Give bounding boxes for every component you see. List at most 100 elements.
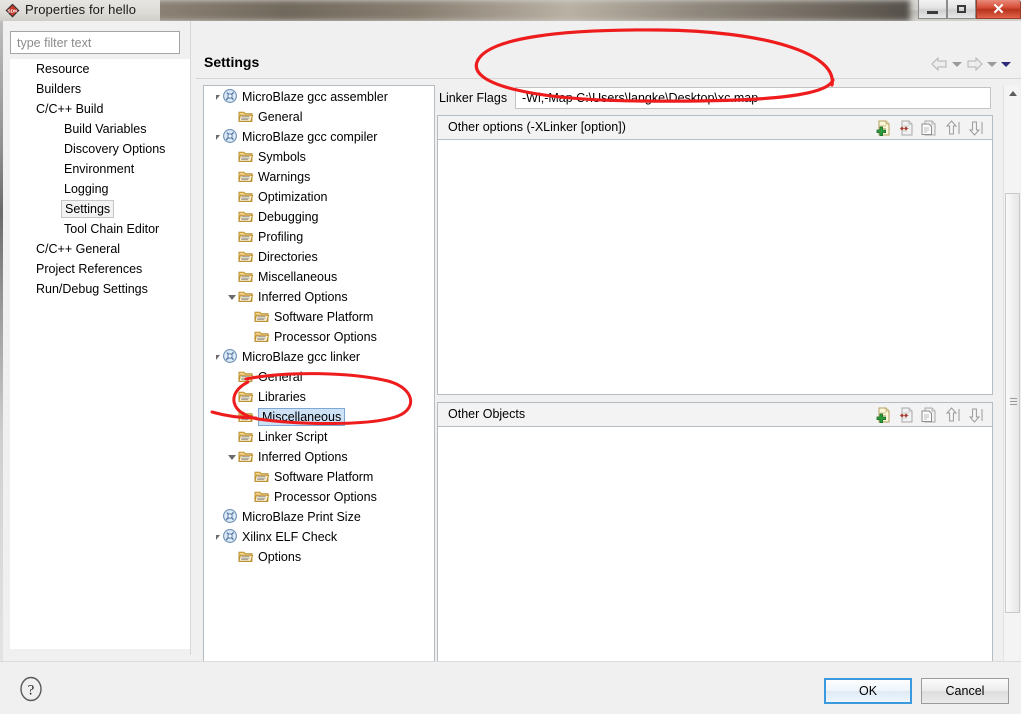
tree-item-inferred-options[interactable]: Inferred Options: [216, 287, 434, 307]
collapse-triangle-icon[interactable]: [228, 295, 236, 304]
tree-item-linker-script[interactable]: Linker Script: [216, 427, 434, 447]
tree-item-microblaze-gcc-compiler[interactable]: MicroBlaze gcc compiler: [216, 127, 434, 147]
tree-item-label: Options: [258, 550, 302, 564]
tree-item-optimization[interactable]: Optimization: [216, 187, 434, 207]
move-down-icon[interactable]: [966, 119, 984, 137]
sidebar-item-settings[interactable]: Settings: [10, 199, 190, 219]
tree-item-warnings[interactable]: Warnings: [216, 167, 434, 187]
collapse-triangle-icon[interactable]: [216, 535, 220, 544]
tree-item-directories[interactable]: Directories: [216, 247, 434, 267]
delete-icon[interactable]: [897, 119, 915, 137]
cancel-button[interactable]: Cancel: [921, 678, 1009, 704]
move-up-icon[interactable]: [943, 119, 961, 137]
tree-item-processor-options[interactable]: Processor Options: [216, 327, 434, 347]
folder-icon: [238, 428, 254, 444]
scroll-up-button[interactable]: [1004, 85, 1021, 102]
back-dropdown-icon[interactable]: [952, 61, 962, 67]
tree-item-xilinx-elf-check[interactable]: Xilinx ELF Check: [216, 527, 434, 547]
filter-input[interactable]: type filter text: [10, 31, 180, 54]
tree-item-label: MicroBlaze gcc assembler: [242, 90, 388, 104]
edit-icon[interactable]: [920, 406, 938, 424]
sidebar-item-label: Environment: [64, 162, 135, 176]
minimize-button[interactable]: [918, 0, 947, 19]
move-up-icon[interactable]: [943, 406, 961, 424]
forward-arrow-icon[interactable]: [966, 57, 983, 71]
page-title: Settings: [204, 54, 260, 70]
back-arrow-icon[interactable]: [931, 57, 948, 71]
other-objects-header: Other Objects: [438, 403, 992, 427]
folder-icon: [254, 328, 270, 344]
tree-item-label: General: [258, 110, 303, 124]
linker-flags-input[interactable]: -Wl,-Map C:\Users\langke\Desktop\xc.map: [515, 87, 991, 109]
tree-item-options[interactable]: Options: [216, 547, 434, 567]
other-options-list[interactable]: [438, 140, 992, 394]
tree-item-debugging[interactable]: Debugging: [216, 207, 434, 227]
move-down-icon[interactable]: [966, 406, 984, 424]
tree-item-label: General: [258, 370, 303, 384]
other-objects-title: Other Objects: [448, 407, 526, 421]
help-icon[interactable]: ?: [18, 676, 44, 702]
maximize-button[interactable]: [947, 0, 976, 19]
add-icon[interactable]: [874, 406, 892, 424]
other-objects-list[interactable]: [438, 427, 992, 674]
tree-item-label: Directories: [258, 250, 318, 264]
tree-item-label: Inferred Options: [258, 290, 348, 304]
sidebar-item-tool-chain-editor[interactable]: Tool Chain Editor: [10, 219, 190, 239]
tree-item-microblaze-gcc-linker[interactable]: MicroBlaze gcc linker: [216, 347, 434, 367]
sidebar-item-build-variables[interactable]: Build Variables: [10, 119, 190, 139]
scrollbar-thumb[interactable]: [1005, 193, 1020, 613]
close-button[interactable]: ✕: [976, 0, 1021, 19]
tree-item-label: Xilinx ELF Check: [242, 530, 338, 544]
sidebar-item-label: Tool Chain Editor: [64, 222, 160, 236]
collapse-triangle-icon[interactable]: [216, 135, 220, 144]
page-scrollbar[interactable]: [1003, 85, 1020, 675]
tree-item-profiling[interactable]: Profiling: [216, 227, 434, 247]
tree-item-inferred-options[interactable]: Inferred Options: [216, 447, 434, 467]
folder-icon: [238, 168, 254, 184]
tree-item-microblaze-print-size[interactable]: MicroBlaze Print Size: [216, 507, 434, 527]
tree-item-general[interactable]: General: [216, 107, 434, 127]
sidebar-item-builders[interactable]: Builders: [10, 79, 190, 99]
tree-item-label: MicroBlaze Print Size: [242, 510, 361, 524]
properties-nav-tree[interactable]: Resource Builders C/C++ Build Build Variabl…: [10, 59, 190, 649]
tree-item-software-platform[interactable]: Software Platform: [216, 307, 434, 327]
tool-icon: [222, 528, 238, 544]
sidebar-item-resource[interactable]: Resource: [10, 59, 190, 79]
close-icon: ✕: [992, 0, 1005, 18]
linker-flags-label: Linker Flags: [439, 91, 508, 105]
ok-button[interactable]: OK: [824, 678, 912, 704]
delete-icon[interactable]: [897, 406, 915, 424]
tree-item-processor-options[interactable]: Processor Options: [216, 487, 434, 507]
sidebar-item-project-references[interactable]: Project References: [10, 259, 190, 279]
folder-icon: [254, 308, 270, 324]
linker-flags-row: Linker Flags -Wl,-Map C:\Users\langke\De…: [437, 85, 993, 115]
tree-item-miscellaneous[interactable]: Miscellaneous: [216, 267, 434, 287]
view-menu-dropdown-icon[interactable]: [1001, 61, 1011, 67]
page-nav-arrows: [931, 57, 1011, 71]
tree-item-miscellaneous[interactable]: Miscellaneous: [216, 407, 434, 427]
sidebar-item-c-c-general[interactable]: C/C++ General: [10, 239, 190, 259]
add-icon[interactable]: [874, 119, 892, 137]
other-objects-group: Other Objects: [437, 402, 993, 675]
tree-item-microblaze-gcc-assembler[interactable]: MicroBlaze gcc assembler: [216, 87, 434, 107]
collapse-triangle-icon[interactable]: [216, 355, 220, 364]
forward-dropdown-icon[interactable]: [987, 61, 997, 67]
collapse-triangle-icon[interactable]: [216, 95, 220, 104]
sidebar-item-run-debug-settings[interactable]: Run/Debug Settings: [10, 279, 190, 299]
collapse-triangle-icon[interactable]: [228, 455, 236, 464]
tree-item-general[interactable]: General: [216, 367, 434, 387]
sidebar-item-c-c-build[interactable]: C/C++ Build: [10, 99, 190, 119]
tree-item-symbols[interactable]: Symbols: [216, 147, 434, 167]
tree-item-libraries[interactable]: Libraries: [216, 387, 434, 407]
tree-item-label: Warnings: [258, 170, 311, 184]
settings-tree[interactable]: MicroBlaze gcc assembler General MicroBlaz…: [216, 87, 434, 673]
sidebar-item-discovery-options[interactable]: Discovery Options: [10, 139, 190, 159]
folder-icon: [238, 228, 254, 244]
sidebar-item-label: Builders: [36, 82, 82, 96]
tree-item-software-platform[interactable]: Software Platform: [216, 467, 434, 487]
settings-tree-scrollbar[interactable]: [419, 87, 433, 673]
tool-icon: [222, 88, 238, 104]
sidebar-item-environment[interactable]: Environment: [10, 159, 190, 179]
sidebar-item-logging[interactable]: Logging: [10, 179, 190, 199]
edit-icon[interactable]: [920, 119, 938, 137]
